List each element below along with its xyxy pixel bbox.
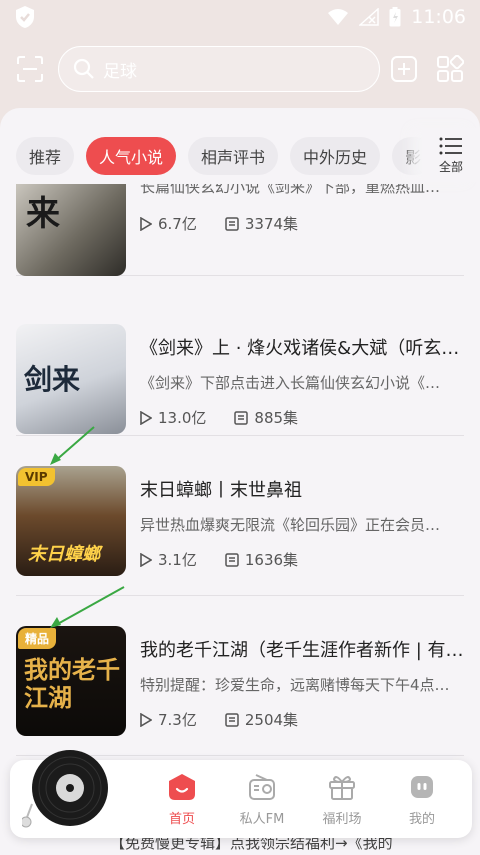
cover-title: 末日蟑螂 xyxy=(28,544,100,565)
nav-mine[interactable]: 我的 xyxy=(392,772,452,828)
episodes-icon xyxy=(225,712,239,727)
home-icon xyxy=(169,774,195,800)
list-item[interactable]: 来 长篇仙侠玄幻小说《剑来》下部，重燃热血… 6.7亿 3374集 xyxy=(16,184,464,276)
album-stats: 7.3亿 2504集 xyxy=(140,709,298,730)
play-count: 7.3亿 xyxy=(158,711,197,729)
nav-home[interactable]: 首页 xyxy=(152,772,212,828)
battery-icon xyxy=(389,7,401,27)
album-stats: 13.0亿 885集 xyxy=(140,407,298,428)
episodes-icon xyxy=(225,552,239,567)
annotation-arrow-premium xyxy=(50,586,125,628)
top-bar: 足球 xyxy=(0,40,480,98)
play-icon xyxy=(140,216,152,231)
nav-benefits[interactable]: 福利场 xyxy=(312,772,372,828)
scan-button[interactable] xyxy=(14,53,46,85)
search-placeholder: 足球 xyxy=(103,61,137,82)
signal-icon xyxy=(359,8,379,26)
add-button[interactable] xyxy=(388,53,420,85)
play-icon xyxy=(140,552,152,567)
scan-icon xyxy=(17,56,43,82)
tab-recommend[interactable]: 推荐 xyxy=(16,137,75,175)
album-cover: VIP 末日蟑螂 xyxy=(16,466,126,576)
annotation-arrow-vip xyxy=(50,426,95,465)
cover-title: 来 xyxy=(26,194,60,234)
grid-icon xyxy=(437,55,464,82)
nav-benefits-label: 福利场 xyxy=(322,812,362,827)
play-icon xyxy=(140,410,152,425)
episodes-icon xyxy=(225,216,239,231)
album-description: 特别提醒：珍爱生命，远离赌博每天下午4点… xyxy=(140,676,450,694)
wifi-icon xyxy=(328,9,349,25)
nav-mine-label: 我的 xyxy=(408,812,435,827)
list-item[interactable]: 剑来 《剑来》上 · 烽火戏诸侯&大斌（听玄… 《剑来》下部点击进入长篇仙侠玄幻… xyxy=(16,276,464,436)
shield-icon xyxy=(16,6,34,28)
episode-count: 2504集 xyxy=(244,711,299,729)
album-stats: 3.1亿 1636集 xyxy=(140,549,298,570)
plus-box-icon xyxy=(391,56,417,82)
apps-button[interactable] xyxy=(434,53,466,85)
episode-count: 1636集 xyxy=(244,551,299,569)
album-title: 《剑来》上 · 烽火戏诸侯&大斌（听玄… xyxy=(140,338,460,359)
album-stats: 6.7亿 3374集 xyxy=(140,213,298,234)
cover-title: 剑来 xyxy=(24,363,81,396)
play-count: 3.1亿 xyxy=(158,551,197,569)
album-description: 《剑来》下部点击进入长篇仙侠玄幻小说《… xyxy=(140,374,441,392)
search-icon xyxy=(73,58,94,79)
play-count: 6.7亿 xyxy=(158,215,197,233)
episodes-icon xyxy=(234,410,249,425)
tab-history[interactable]: 中外历史 xyxy=(290,137,381,175)
list-icon xyxy=(439,137,462,154)
cover-title: 我的老千江湖 xyxy=(24,655,120,712)
episode-count: 885集 xyxy=(254,409,299,427)
vinyl-disc-icon[interactable] xyxy=(22,748,114,840)
search-input[interactable]: 足球 xyxy=(58,46,380,92)
album-cover: 精品 我的老千江湖 xyxy=(16,626,126,736)
album-cover: 剑来 xyxy=(16,324,126,434)
all-categories-button[interactable]: 全部 xyxy=(422,128,480,182)
play-count: 13.0亿 xyxy=(158,409,207,427)
gift-icon xyxy=(329,776,355,800)
clock: 11:06 xyxy=(411,6,466,28)
album-cover: 来 xyxy=(16,184,126,276)
all-categories-label: 全部 xyxy=(438,159,463,174)
radio-icon xyxy=(249,774,275,800)
vip-badge: VIP xyxy=(18,468,55,486)
play-icon xyxy=(140,712,152,727)
nav-private-fm-label: 私人FM xyxy=(239,812,285,827)
content-panel: 推荐 人气小说 相声评书 中外历史 影 全部 来 长篇仙侠玄幻小说《剑来》下部，… xyxy=(0,108,480,855)
status-bar: 11:06 xyxy=(0,0,480,34)
profile-icon xyxy=(411,776,433,798)
album-title: 末日蟑螂丨末世鼻祖 xyxy=(140,480,302,501)
nav-home-label: 首页 xyxy=(168,812,195,827)
category-tabs: 推荐 人气小说 相声评书 中外历史 影 xyxy=(0,132,480,180)
tab-popular-novels[interactable]: 人气小说 xyxy=(86,137,177,175)
episode-count: 3374集 xyxy=(244,215,299,233)
nav-private-fm[interactable]: 私人FM xyxy=(232,772,292,828)
tab-crosstalk[interactable]: 相声评书 xyxy=(188,137,279,175)
album-description: 长篇仙侠玄幻小说《剑来》下部，重燃热血… xyxy=(140,184,441,196)
album-title: 我的老千江湖（老千生涯作者新作 | 有… xyxy=(140,640,464,661)
album-description: 异世热血爆爽无限流《轮回乐园》正在会员… xyxy=(140,516,441,534)
